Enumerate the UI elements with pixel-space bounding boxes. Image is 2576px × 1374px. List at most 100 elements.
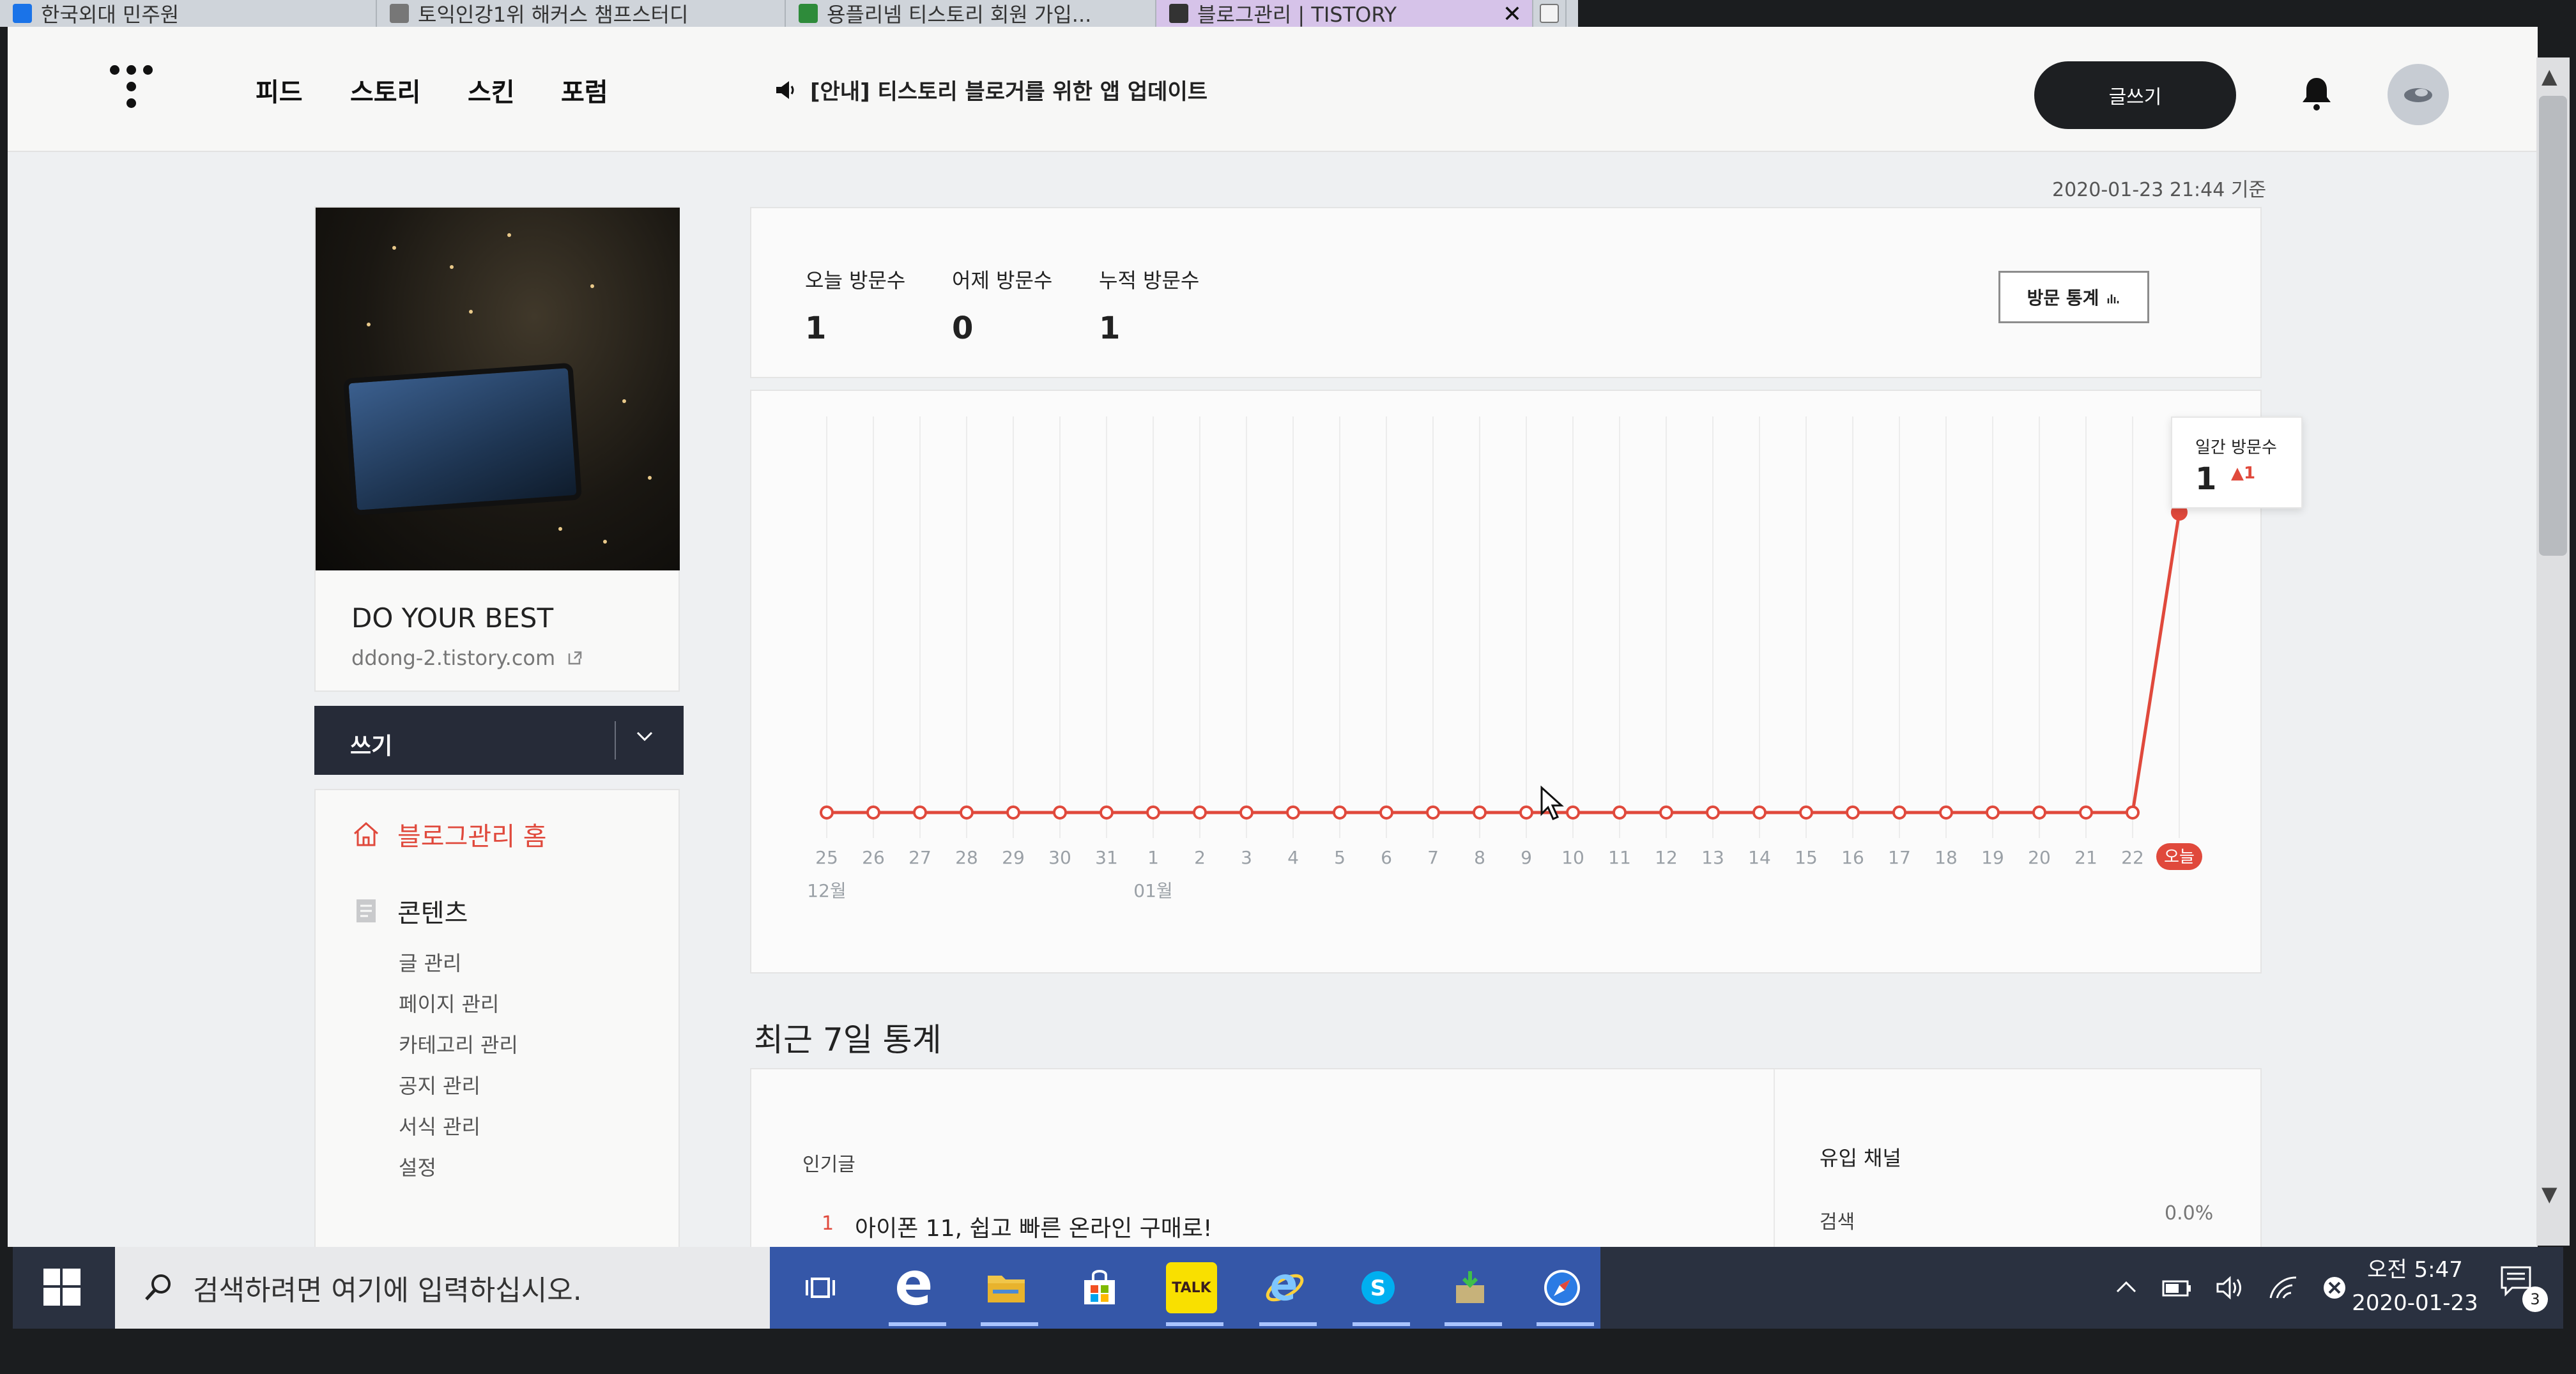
safari-icon[interactable]: [1537, 1262, 1588, 1313]
visit-stats-button[interactable]: 방문 통계: [1998, 271, 2149, 323]
x-tick-label: 28: [955, 847, 978, 868]
chart-point: [820, 805, 834, 820]
wifi-icon[interactable]: [2268, 1275, 2299, 1301]
nav-feed[interactable]: 피드: [256, 72, 303, 109]
task-view-icon[interactable]: [795, 1262, 847, 1313]
chart-point: [960, 805, 974, 820]
taskbar-search-box[interactable]: 검색하려면 여기에 입력하십시오.: [115, 1247, 770, 1329]
system-tray: [2115, 1247, 2347, 1329]
chevron-down-icon[interactable]: [634, 725, 656, 747]
tab-label: 블로그관리 | TISTORY: [1197, 3, 1397, 27]
document-icon: [356, 899, 376, 922]
file-explorer-icon[interactable]: [981, 1262, 1032, 1313]
popular-post-link[interactable]: 아이폰 11, 쉽고 빠른 온라인 구매로!: [855, 1210, 1212, 1243]
chart-point: [1659, 805, 1673, 820]
browser-tab-strip: 한국외대 민주원 토익인강1위 해커스 챔프스터디 용플리넴 티스토리 회원 가…: [0, 0, 1578, 27]
chart-point: [1706, 805, 1720, 820]
browser-tab-2[interactable]: 토익인강1위 해커스 챔프스터디: [377, 0, 786, 27]
sidebar-subitem-settings[interactable]: 설정: [399, 1152, 436, 1181]
tab-label: 토익인강1위 해커스 챔프스터디: [418, 3, 689, 27]
blog-title[interactable]: DO YOUR BEST: [351, 602, 553, 634]
x-tick-label: 9: [1521, 847, 1532, 868]
tab-favicon: [799, 4, 818, 23]
x-tick-label: 20: [2028, 847, 2051, 868]
scroll-thumb[interactable]: [2539, 96, 2567, 556]
nav-story[interactable]: 스토리: [350, 72, 420, 109]
chart-point: [1473, 805, 1487, 820]
kakaotalk-icon[interactable]: TALK: [1166, 1262, 1217, 1313]
sidebar-subitem-categories[interactable]: 카테고리 관리: [399, 1029, 518, 1058]
tab-close-icon[interactable]: ✕: [1503, 1, 1522, 27]
browser-tab-3[interactable]: 용플리넴 티스토리 회원 가입...: [786, 0, 1156, 27]
recent-stats-card: 인기글 1 아이폰 11, 쉽고 빠른 온라인 구매로! 유입 채널 검색 0.…: [750, 1068, 2262, 1247]
internet-explorer-icon[interactable]: [1259, 1262, 1310, 1313]
new-tab-button[interactable]: [1533, 0, 1567, 27]
x-tick-label: 27: [908, 847, 931, 868]
scroll-up-icon[interactable]: ▲: [2542, 64, 2557, 88]
x-tick-label: 17: [1888, 847, 1911, 868]
stat-value-today: 1: [805, 310, 827, 346]
divider: [615, 721, 616, 760]
blog-url-link[interactable]: ddong-2.tistory.com: [351, 646, 583, 670]
page-scrollbar[interactable]: ▲ ▼: [2536, 57, 2570, 1246]
search-placeholder: 검색하려면 여기에 입력하십시오.: [193, 1274, 582, 1307]
battery-icon[interactable]: [2161, 1276, 2193, 1299]
sidebar-subitem-notices[interactable]: 공지 관리: [399, 1070, 480, 1099]
x-tick-label: 7: [1427, 847, 1439, 868]
bar-chart-icon: [2108, 294, 2119, 303]
windows-start-icon[interactable]: [43, 1269, 80, 1306]
chart-point: [913, 805, 927, 820]
bell-icon[interactable]: [2301, 75, 2332, 111]
nav-forum[interactable]: 포럼: [561, 72, 608, 109]
notice-banner[interactable]: [안내] 티스토리 블로거를 위한 앱 업데이트: [774, 74, 1208, 105]
active-app-indicator: [1166, 1322, 1223, 1326]
browser-tab-4[interactable]: 블로그관리 | TISTORY ✕: [1156, 0, 1533, 27]
x-tick-label: 14: [1748, 847, 1771, 868]
daily-visits-chart: 25 26 27 28 29 30 31 1 2 3 4 5 6 7 8 9 10 11 12 13 14 15 16 17 1…: [750, 390, 2303, 973]
chevron-up-icon[interactable]: [2115, 1276, 2138, 1299]
browser-tab-1[interactable]: 한국외대 민주원: [0, 0, 377, 27]
chart-point: [1519, 805, 1533, 820]
notice-text: [안내] 티스토리 블로거를 위한 앱 업데이트: [810, 79, 1208, 105]
edge-icon[interactable]: [889, 1262, 940, 1313]
user-avatar[interactable]: [2388, 64, 2449, 125]
chart-point: [1846, 805, 1860, 820]
skype-icon[interactable]: S: [1353, 1262, 1404, 1313]
notification-center-button[interactable]: 3: [2498, 1263, 2549, 1315]
x-tick-label: 4: [1287, 847, 1299, 868]
active-app-indicator: [1353, 1322, 1410, 1326]
sidebar-item-label: 콘텐츠: [397, 899, 468, 928]
write-menu[interactable]: 쓰기: [314, 706, 684, 775]
chart-point: [1939, 805, 1953, 820]
installer-icon[interactable]: [1445, 1262, 1496, 1313]
nav-skin[interactable]: 스킨: [468, 72, 515, 109]
chart-point: [1286, 805, 1300, 820]
x-tick-label: 8: [1474, 847, 1485, 868]
sidebar-subitem-pages[interactable]: 페이지 관리: [399, 988, 499, 1018]
x-tick-label: 29: [1002, 847, 1025, 868]
tab-label: 용플리넴 티스토리 회원 가입...: [827, 3, 1092, 27]
chart-point: [1193, 805, 1207, 820]
stats-timestamp: 2020-01-23 21:44 기준: [2052, 179, 2267, 201]
stat-value-yesterday: 0: [952, 310, 974, 346]
sidebar-item-home[interactable]: 블로그관리 홈: [351, 816, 547, 853]
x-tick-label: 13: [1701, 847, 1724, 868]
sidebar-subitem-templates[interactable]: 서식 관리: [399, 1111, 480, 1140]
store-icon[interactable]: [1074, 1262, 1125, 1313]
phone-photo: [342, 362, 583, 516]
x-tick-label: 15: [1795, 847, 1818, 868]
write-post-button[interactable]: 글쓰기: [2034, 61, 2236, 129]
system-clock[interactable]: 오전 5:47 2020-01-23: [2338, 1253, 2492, 1320]
blog-cover-image[interactable]: [316, 208, 680, 570]
volume-icon[interactable]: [2216, 1275, 2245, 1301]
chart-point: [1613, 805, 1627, 820]
tab-label: 한국외대 민주원: [41, 3, 180, 27]
scroll-down-icon[interactable]: ▼: [2542, 1182, 2557, 1206]
external-link-icon: [569, 651, 582, 665]
chart-point: [1426, 805, 1440, 820]
clock-time: 오전 5:47: [2367, 1257, 2463, 1283]
home-icon: [354, 821, 378, 846]
tistory-logo[interactable]: [110, 65, 155, 116]
sidebar-item-contents[interactable]: 콘텐츠: [351, 892, 468, 929]
sidebar-subitem-posts[interactable]: 글 관리: [399, 947, 462, 977]
